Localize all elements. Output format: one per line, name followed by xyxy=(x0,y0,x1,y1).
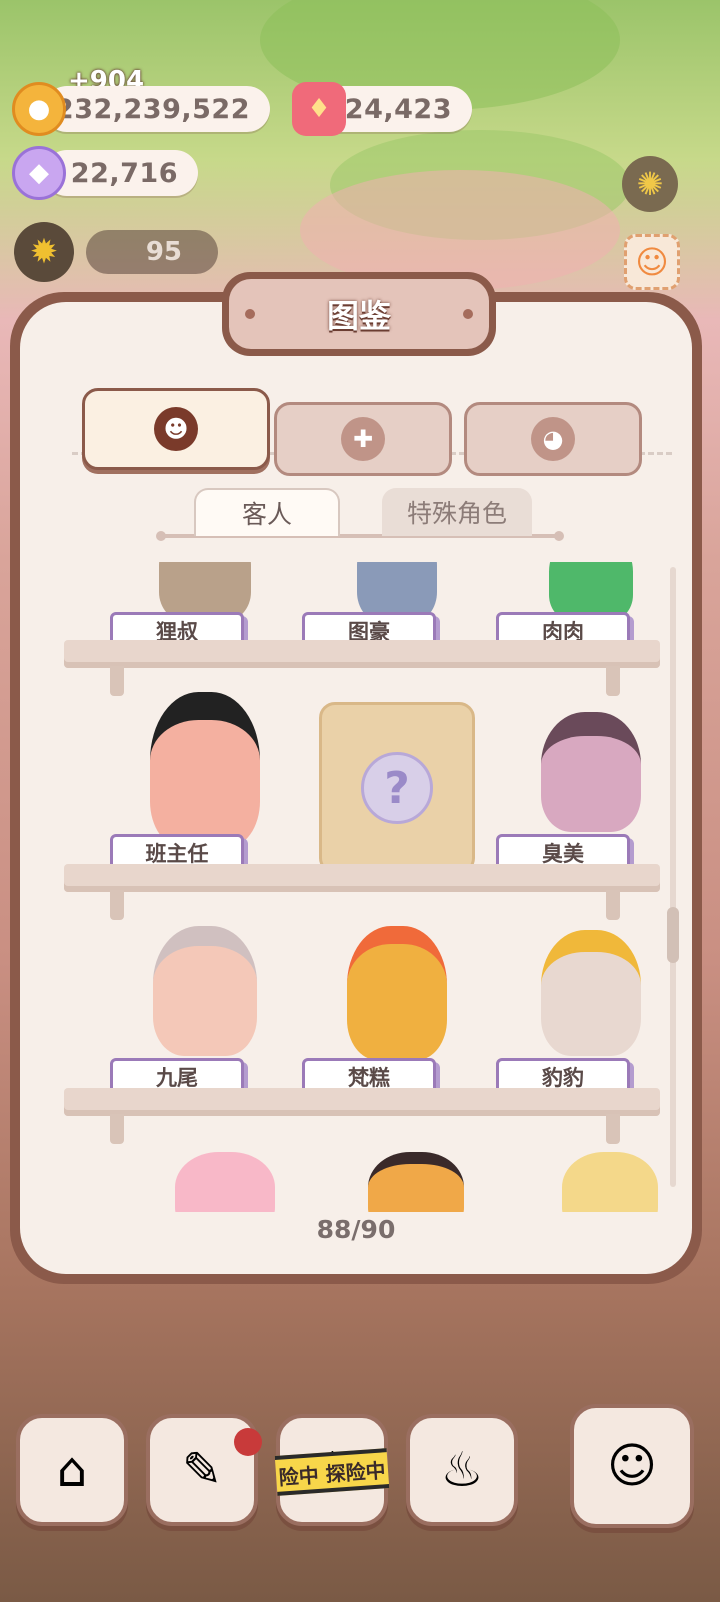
character-shelves: 狸叔 图豪 肉肉 班主任 ? 臭美 九尾 梵糕 豹豹 xyxy=(40,562,686,1212)
character-portrait xyxy=(368,1152,464,1212)
mystery-gift-box: ? xyxy=(319,702,475,874)
scrollbar-thumb[interactable] xyxy=(667,907,679,963)
character-slot[interactable]: 豹豹 xyxy=(496,906,686,1106)
character-portrait xyxy=(153,926,257,1056)
collection-panel-body: ☻ ✚ ◕ 客人 特殊角色 狸叔 图豪 肉肉 班主任 ? 臭美 九尾 梵糕 豹豹… xyxy=(20,302,692,1274)
tab-special-category[interactable]: ◕ xyxy=(464,402,642,476)
panel-title-plate: 图鉴 xyxy=(222,272,496,356)
sun-icon[interactable]: ✹ xyxy=(14,222,74,282)
bird-badge-icon: ◕ xyxy=(531,417,575,461)
tab-special-characters[interactable]: 特殊角色 xyxy=(382,488,532,536)
settings-gear-icon[interactable]: ✺ xyxy=(622,156,678,212)
rivet-dot xyxy=(245,309,255,319)
candle-icon: ♦ xyxy=(292,82,346,136)
stamp-icon[interactable]: ☺ xyxy=(624,234,680,290)
tab-guests[interactable]: 客人 xyxy=(194,488,340,536)
character-slot[interactable]: 九尾 xyxy=(110,906,300,1106)
shelves-scrollbar[interactable] xyxy=(667,567,679,1187)
cookie-coin-icon: ● xyxy=(12,82,66,136)
shelf-board xyxy=(64,864,660,892)
sub-tab-bar: 客人 特殊角色 xyxy=(156,488,564,544)
candles-value: 24,423 xyxy=(344,93,452,125)
character-slot[interactable]: 班主任 xyxy=(110,682,300,882)
cookie-face-icon: ☻ xyxy=(154,407,198,451)
coins-pill[interactable]: 232,239,522 xyxy=(44,86,270,132)
shelf-board xyxy=(64,1088,660,1116)
page-title: 图鉴 xyxy=(326,297,391,335)
collection-panel: ☻ ✚ ◕ 客人 特殊角色 狸叔 图豪 肉肉 班主任 ? 臭美 九尾 梵糕 豹豹… xyxy=(10,292,702,1284)
collection-counter: 88/90 xyxy=(316,1215,396,1244)
tab-customers-category[interactable]: ☻ xyxy=(82,388,270,470)
candy-gem-icon: ◆ xyxy=(12,146,66,200)
level-value: 95 xyxy=(145,237,182,267)
gift-icon: ✚ xyxy=(341,417,385,461)
notification-dot xyxy=(234,1428,262,1456)
exploring-banner: 险中 探险中 xyxy=(274,1448,390,1496)
character-slot[interactable]: 梵糕 xyxy=(302,906,492,1106)
character-portrait xyxy=(175,1152,275,1212)
kitchen-icon[interactable]: ♨ xyxy=(406,1414,518,1526)
shelf-board xyxy=(64,640,660,668)
character-portrait xyxy=(150,692,260,848)
character-portrait xyxy=(562,1152,658,1212)
character-portrait xyxy=(541,712,641,832)
candy-value: 22,716 xyxy=(70,157,178,189)
question-mark-icon: ? xyxy=(361,752,433,824)
rivet-dot xyxy=(463,309,473,319)
level-indicator: 95 xyxy=(86,230,218,274)
shelf-bracket xyxy=(110,1114,124,1144)
tab-gifts-category[interactable]: ✚ xyxy=(274,402,452,476)
character-portrait xyxy=(541,930,641,1056)
fish-cat-icon[interactable]: ☺ xyxy=(570,1404,694,1528)
coins-value: 232,239,522 xyxy=(54,93,250,125)
locked-character-slot[interactable]: ? xyxy=(302,682,492,882)
character-slot[interactable]: 臭美 xyxy=(496,682,686,882)
candy-pill[interactable]: 22,716 xyxy=(44,150,198,196)
shelf-bracket xyxy=(606,1114,620,1144)
character-portrait xyxy=(347,926,447,1060)
mushroom-house-icon[interactable]: ⌂ xyxy=(16,1414,128,1526)
